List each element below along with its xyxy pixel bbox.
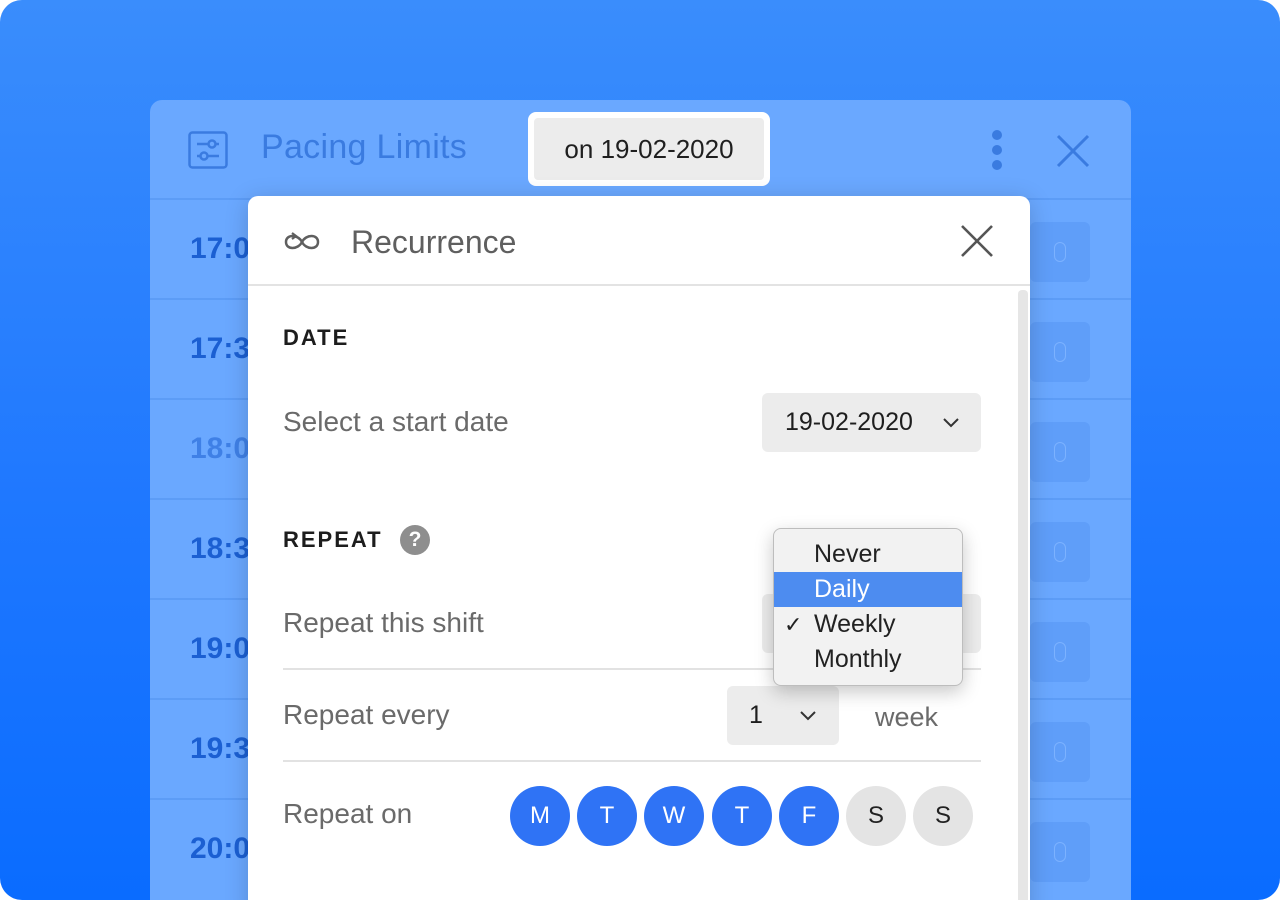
menu-item-daily[interactable]: Daily xyxy=(774,572,962,607)
stepper-icon xyxy=(1054,542,1066,562)
pacing-limits-title: Pacing Limits xyxy=(261,128,468,166)
day-toggle-tuesday[interactable]: T xyxy=(577,786,637,846)
repeat-shift-label: Repeat this shift xyxy=(283,607,484,638)
row-time: 17:0 xyxy=(190,232,251,265)
row-time: 18:0 xyxy=(190,432,251,465)
row-stepper[interactable] xyxy=(1030,522,1090,582)
row-stepper[interactable] xyxy=(1030,622,1090,682)
dialog-title: Recurrence xyxy=(351,224,517,260)
day-toggle-friday[interactable]: F xyxy=(779,786,839,846)
menu-item-weekly[interactable]: ✓ Weekly xyxy=(774,607,962,642)
more-options-icon[interactable] xyxy=(986,129,1008,171)
menu-item-weekly-label: Weekly xyxy=(814,610,896,638)
checkmark-icon: ✓ xyxy=(784,612,803,637)
menu-item-never[interactable]: Never xyxy=(774,537,962,572)
day-toggle-monday[interactable]: M xyxy=(510,786,570,846)
repeat-every-value: 1 xyxy=(749,701,763,729)
day-toggle-thursday[interactable]: T xyxy=(712,786,772,846)
menu-item-monthly[interactable]: Monthly xyxy=(774,642,962,677)
app-backdrop: Pacing Limits on 19-02-2020 17:0 3 17:3 xyxy=(0,0,1280,900)
day-toggle-wednesday[interactable]: W xyxy=(644,786,704,846)
row-stepper[interactable] xyxy=(1030,222,1090,282)
date-chip[interactable]: on 19-02-2020 xyxy=(528,112,770,186)
repeat-section-heading: REPEAT xyxy=(283,527,383,552)
stepper-icon xyxy=(1054,842,1066,862)
repeat-every-select[interactable]: 1 xyxy=(727,686,839,745)
close-icon[interactable] xyxy=(1055,133,1091,169)
stepper-icon xyxy=(1054,442,1066,462)
row-time: 17:3 xyxy=(190,332,251,365)
divider xyxy=(283,760,981,762)
start-date-label: Select a start date xyxy=(283,406,509,437)
close-icon[interactable] xyxy=(960,224,994,258)
start-date-value: 19-02-2020 xyxy=(785,408,913,436)
start-date-select[interactable]: 19-02-2020 xyxy=(762,393,981,452)
repeat-options-menu: Never Daily ✓ Weekly Monthly xyxy=(773,528,963,686)
row-time: 20:0 xyxy=(190,832,251,865)
date-chip-label: on 19-02-2020 xyxy=(534,118,764,180)
dialog-header: Recurrence xyxy=(248,196,1030,286)
row-time: 19:0 xyxy=(190,632,251,665)
row-stepper[interactable] xyxy=(1030,422,1090,482)
day-toggle-saturday[interactable]: S xyxy=(846,786,906,846)
pacing-limits-header: Pacing Limits on 19-02-2020 xyxy=(150,100,1131,198)
repeat-on-label: Repeat on xyxy=(283,798,413,829)
row-stepper[interactable] xyxy=(1030,322,1090,382)
filter-settings-icon[interactable] xyxy=(188,131,228,169)
recurrence-icon xyxy=(284,232,320,250)
stepper-icon xyxy=(1054,242,1066,262)
stepper-icon xyxy=(1054,642,1066,662)
row-stepper[interactable] xyxy=(1030,822,1090,882)
date-section-heading: DATE xyxy=(283,325,350,350)
help-icon[interactable]: ? xyxy=(400,525,430,555)
dialog-scrollbar[interactable] xyxy=(1018,290,1028,900)
repeat-every-unit: week xyxy=(875,702,939,732)
row-stepper[interactable] xyxy=(1030,722,1090,782)
chevron-down-icon xyxy=(943,418,959,428)
chevron-down-icon xyxy=(800,711,816,721)
row-time: 19:3 xyxy=(190,732,251,765)
stepper-icon xyxy=(1054,342,1066,362)
repeat-every-label: Repeat every xyxy=(283,699,450,730)
row-time: 18:3 xyxy=(190,532,251,565)
stepper-icon xyxy=(1054,742,1066,762)
day-toggle-sunday[interactable]: S xyxy=(913,786,973,846)
